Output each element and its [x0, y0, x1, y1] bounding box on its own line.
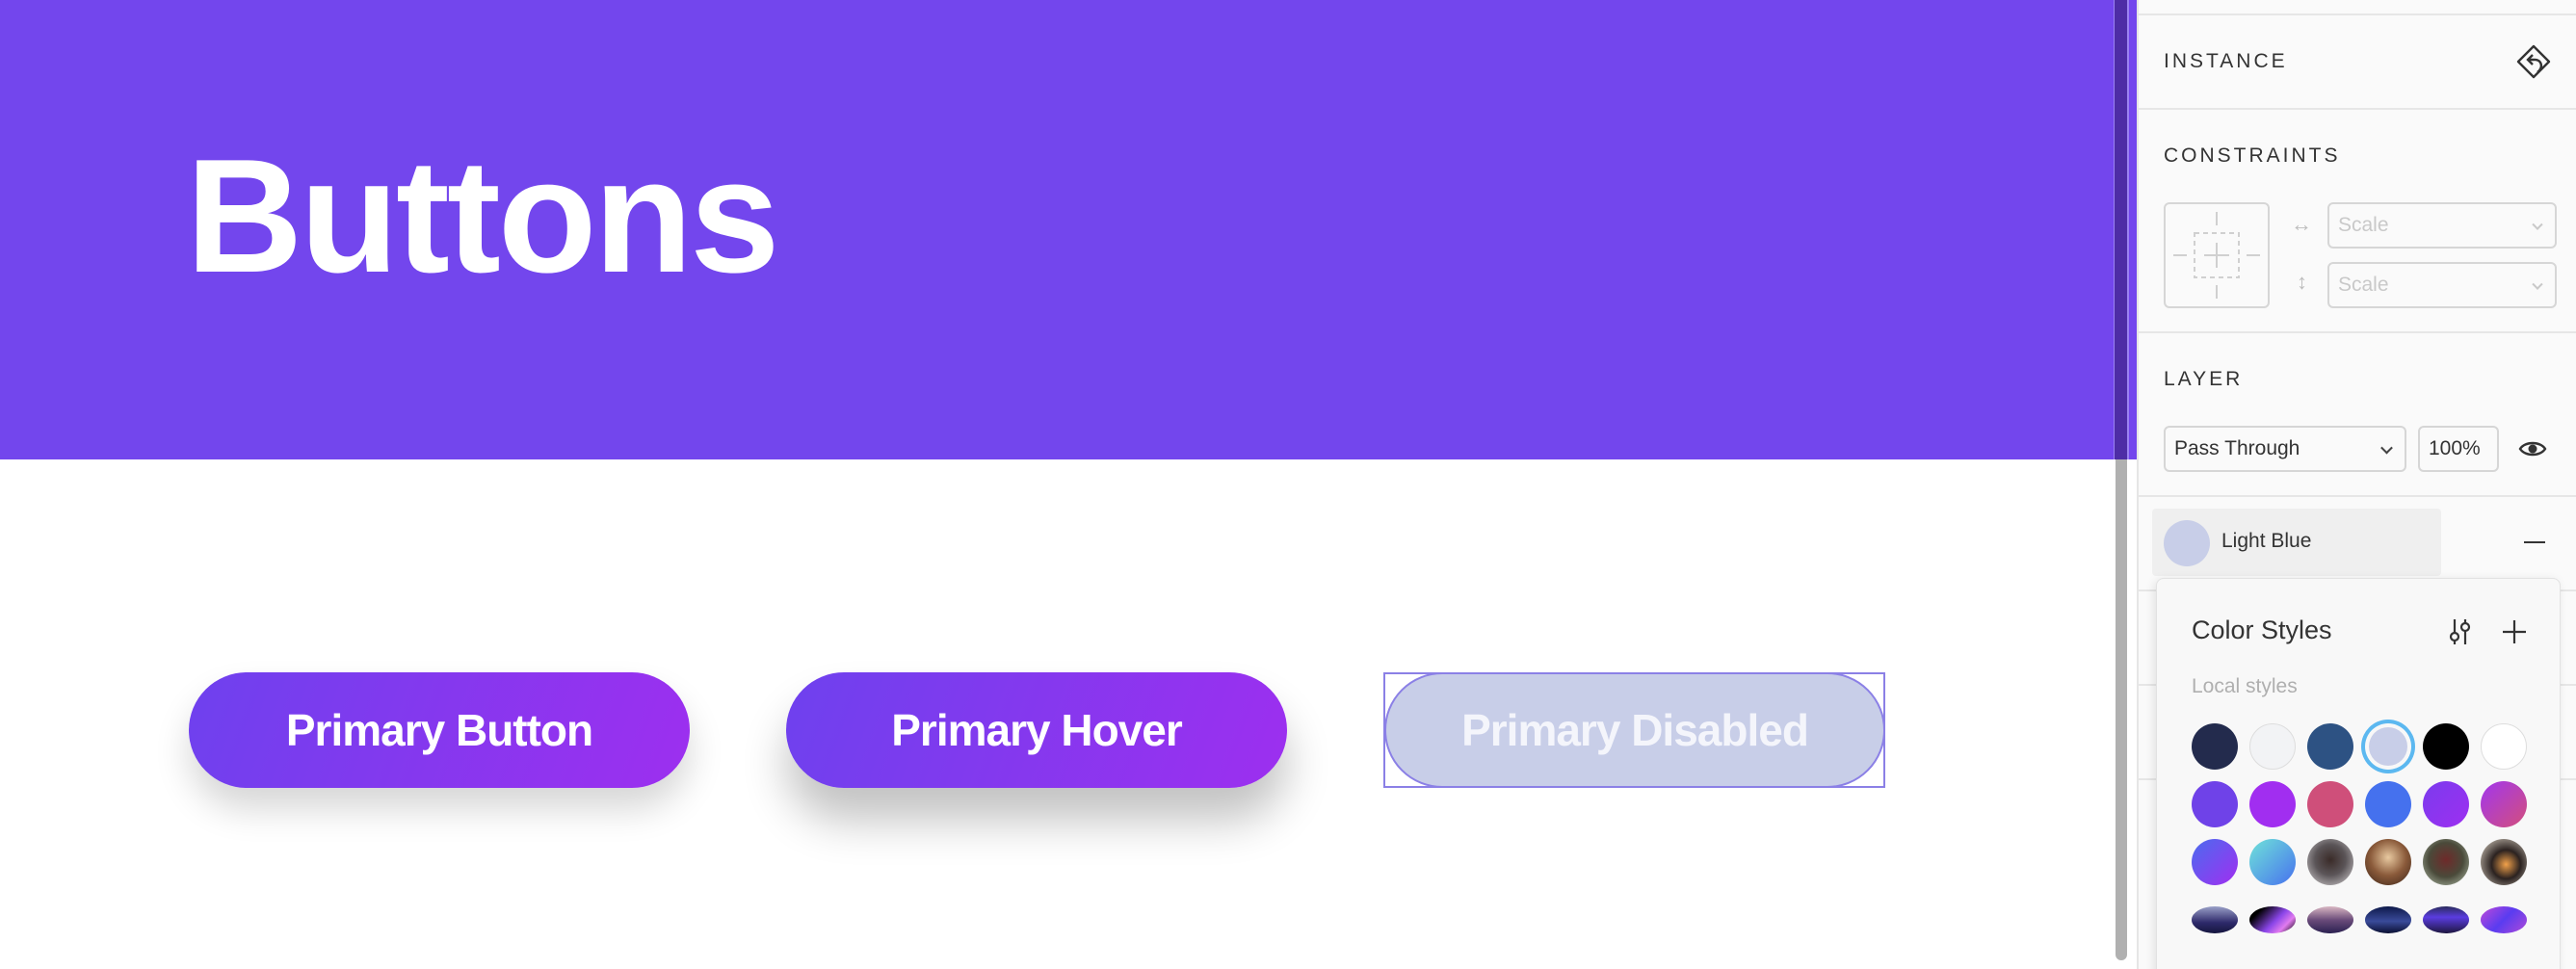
vertical-constraint-value: Scale [2338, 274, 2389, 296]
instance-section-title: INSTANCE [2164, 50, 2288, 72]
color-style-swatch[interactable] [2481, 781, 2527, 827]
primary-hover-button[interactable]: Primary Hover [786, 672, 1287, 788]
fill-style-name: Light Blue [2221, 530, 2312, 552]
color-style-swatch[interactable] [2481, 723, 2527, 770]
primary-disabled-button[interactable]: Primary Disabled [1384, 672, 1885, 788]
local-styles-label: Local styles [2192, 675, 2298, 697]
hero-title: Buttons [186, 125, 780, 306]
chevron-down-icon [2380, 441, 2393, 455]
color-styles-popup: Color Styles Local styles [2156, 578, 2561, 969]
constraint-diagram-icon [2173, 212, 2260, 299]
minus-icon[interactable] [2524, 541, 2545, 543]
popup-title: Color Styles [2192, 615, 2332, 644]
color-style-swatch[interactable] [2192, 839, 2238, 885]
color-style-swatch[interactable] [2192, 723, 2238, 770]
image-style-swatch[interactable] [2481, 839, 2527, 885]
fill-style-row[interactable]: Light Blue [2152, 509, 2441, 576]
color-style-swatch[interactable] [2192, 781, 2238, 827]
image-style-swatch[interactable] [2365, 906, 2411, 933]
chevron-down-icon [2532, 278, 2543, 290]
image-style-swatch[interactable] [2307, 839, 2353, 885]
divider [2139, 108, 2576, 110]
opacity-input[interactable]: 100% [2418, 426, 2499, 472]
scrollbar-track[interactable] [2115, 0, 2127, 459]
opacity-value: 100% [2429, 437, 2481, 459]
color-style-swatch[interactable] [2307, 781, 2353, 827]
color-style-swatch[interactable] [2249, 781, 2296, 827]
image-style-swatch[interactable] [2423, 906, 2469, 933]
image-style-swatch[interactable] [2365, 839, 2411, 885]
color-style-swatch[interactable] [2365, 781, 2411, 827]
blend-mode-value: Pass Through [2174, 437, 2300, 459]
divider [2139, 13, 2576, 15]
horizontal-constraint-value: Scale [2338, 214, 2389, 236]
image-style-swatch[interactable] [2423, 839, 2469, 885]
vertical-arrows-icon: ↕ [2297, 270, 2307, 294]
constraints-section-title: CONSTRAINTS [2164, 144, 2341, 167]
vertical-constraint-select[interactable]: Scale [2327, 262, 2557, 308]
divider [2139, 331, 2576, 333]
image-style-swatch[interactable] [2192, 906, 2238, 933]
horizontal-arrows-icon: ↔ [2291, 212, 2312, 236]
sliders-icon[interactable] [2446, 617, 2473, 646]
image-style-swatch[interactable] [2249, 906, 2296, 933]
constraint-widget[interactable] [2164, 202, 2270, 308]
divider [2139, 495, 2576, 497]
hero-frame[interactable]: Buttons [0, 0, 2137, 459]
horizontal-constraint-select[interactable]: Scale [2327, 202, 2557, 249]
chevron-down-icon [2532, 219, 2543, 230]
layer-section-title: LAYER [2164, 368, 2244, 390]
color-style-swatch[interactable] [2307, 723, 2353, 770]
color-style-swatch[interactable] [2249, 839, 2296, 885]
plus-icon[interactable] [2502, 619, 2527, 644]
color-style-swatch[interactable] [2423, 723, 2469, 770]
image-style-swatch[interactable] [2307, 906, 2353, 933]
image-style-swatch[interactable] [2481, 906, 2527, 933]
primary-button[interactable]: Primary Button [189, 672, 690, 788]
color-style-swatch[interactable] [2369, 727, 2407, 766]
scrollbar-edge [2127, 0, 2129, 459]
blend-mode-select[interactable]: Pass Through [2164, 426, 2406, 472]
color-style-swatch[interactable] [2249, 723, 2296, 770]
vertical-scrollbar-thumb[interactable] [2116, 459, 2127, 960]
color-style-swatch[interactable] [2423, 781, 2469, 827]
go-to-master-icon[interactable] [2514, 42, 2553, 81]
design-canvas[interactable]: Buttons Primary Button Primary Hover Pri… [0, 0, 2137, 969]
eye-icon[interactable] [2518, 438, 2547, 459]
fill-style-swatch [2164, 520, 2210, 566]
